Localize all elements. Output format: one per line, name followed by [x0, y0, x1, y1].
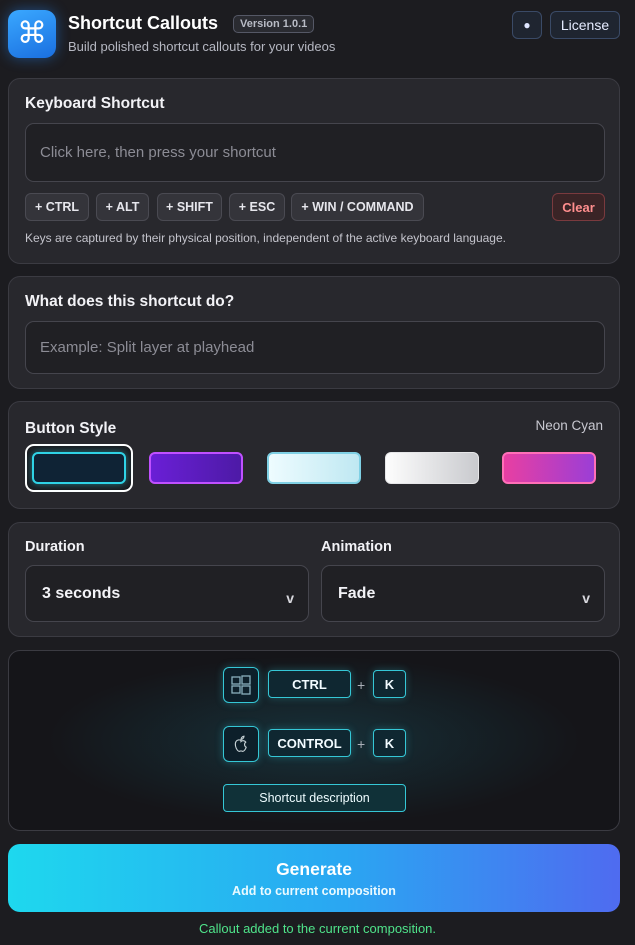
style-swatch-pink[interactable]	[495, 444, 603, 492]
neon-cyan-swatch	[32, 452, 126, 484]
app-title: Shortcut Callouts	[68, 13, 219, 33]
light-cyan-swatch	[267, 452, 361, 484]
key-keycap: K	[373, 729, 406, 757]
duration-value: 3 seconds	[42, 584, 121, 602]
description-title: What does this shortcut do?	[25, 293, 235, 310]
style-swatch-neon-cyan[interactable]	[25, 444, 133, 492]
modifier-keycap: CTRL	[268, 670, 351, 698]
modifier-keycap: CONTROL	[268, 729, 351, 757]
selected-style-label: Neon Cyan	[535, 418, 603, 433]
plus-sign: +	[357, 736, 366, 752]
timing-panel: Duration 3 seconds v Animation Fade v	[8, 522, 620, 637]
add-esc-button[interactable]: + ESC	[229, 193, 285, 221]
description-panel: What does this shortcut do? Example: Spl…	[8, 276, 620, 389]
silver-swatch	[385, 452, 479, 484]
add-alt-button[interactable]: + ALT	[96, 193, 149, 221]
animation-label: Animation	[321, 539, 392, 555]
help-text: Keys are captured by their physical posi…	[25, 231, 506, 245]
animation-select[interactable]: Fade v	[321, 565, 605, 622]
shortcut-capture-input[interactable]: Click here, then press your shortcut	[25, 123, 605, 182]
style-swatch-purple[interactable]	[142, 444, 250, 492]
button-style-panel: Button Style Neon Cyan	[8, 401, 620, 509]
apple-icon	[223, 726, 259, 762]
keyboard-shortcut-title: Keyboard Shortcut	[25, 95, 165, 112]
theme-dot-button[interactable]: ●	[512, 11, 542, 39]
license-button[interactable]: License	[550, 11, 620, 39]
command-icon: ⌘	[8, 10, 56, 58]
clear-button[interactable]: Clear	[552, 193, 605, 221]
add-win-command-button[interactable]: + WIN / COMMAND	[291, 193, 424, 221]
duration-select[interactable]: 3 seconds v	[25, 565, 309, 622]
pink-swatch	[502, 452, 596, 484]
keyboard-shortcut-panel: Keyboard Shortcut Click here, then press…	[8, 78, 620, 264]
shortcut-description-pill: Shortcut description	[223, 784, 406, 812]
windows-icon	[223, 667, 259, 703]
duration-label: Duration	[25, 539, 85, 555]
version-badge: Version 1.0.1	[233, 15, 315, 33]
style-swatch-light-cyan[interactable]	[260, 444, 368, 492]
generate-subtitle: Add to current composition	[232, 883, 396, 898]
purple-swatch	[149, 452, 243, 484]
description-input[interactable]: Example: Split layer at playhead	[25, 321, 605, 374]
animation-value: Fade	[338, 584, 376, 602]
add-shift-button[interactable]: + SHIFT	[157, 193, 222, 221]
style-swatch-silver[interactable]	[378, 444, 486, 492]
app-subtitle: Build polished shortcut callouts for you…	[68, 39, 336, 54]
add-ctrl-button[interactable]: + CTRL	[25, 193, 89, 221]
key-keycap: K	[373, 670, 406, 698]
generate-button[interactable]: Generate Add to current composition	[8, 844, 620, 912]
callout-preview: CTRL + K CONTROL + K Shortcut descriptio…	[8, 650, 620, 831]
generate-title: Generate	[276, 858, 352, 879]
app-header: ⌘ Shortcut Callouts Version 1.0.1 Build …	[8, 8, 620, 60]
chevron-down-icon: v	[582, 590, 590, 606]
chevron-down-icon: v	[286, 590, 294, 606]
status-message: Callout added to the current composition…	[198, 921, 437, 936]
button-style-title: Button Style	[25, 420, 117, 437]
plus-sign: +	[357, 677, 366, 693]
